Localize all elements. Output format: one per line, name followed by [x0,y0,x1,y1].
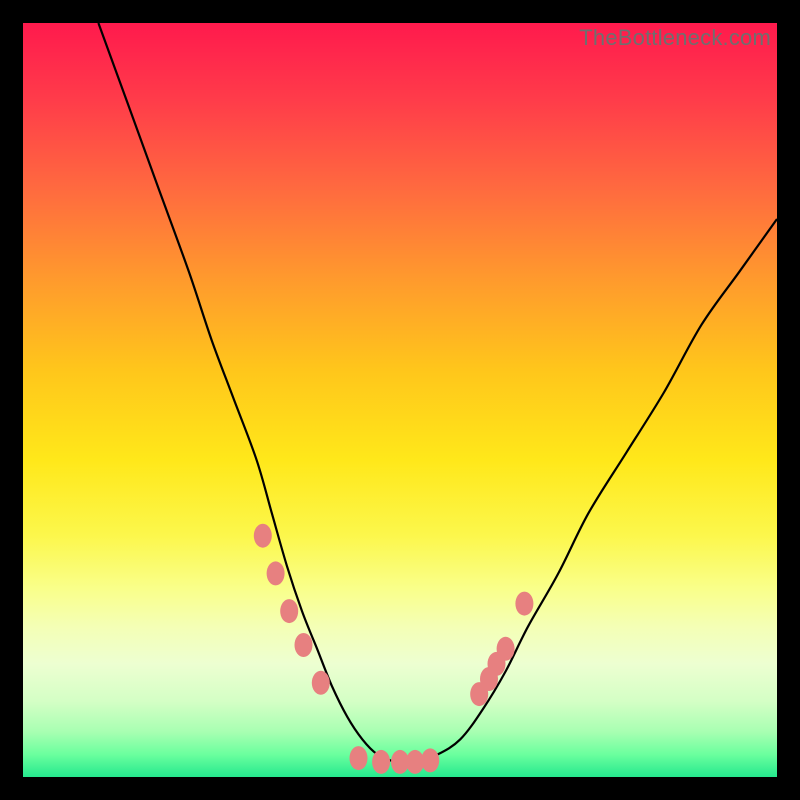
chart-frame: TheBottleneck.com [0,0,800,800]
bead-marker [421,748,439,772]
bead-marker [372,750,390,774]
curve-beads [254,524,534,774]
bead-marker [497,637,515,661]
bead-marker [312,671,330,695]
curve-svg [23,23,777,777]
bead-marker [267,561,285,585]
plot-area: TheBottleneck.com [23,23,777,777]
bead-marker [515,592,533,616]
bead-marker [350,746,368,770]
bead-marker [254,524,272,548]
bead-marker [295,633,313,657]
bead-marker [280,599,298,623]
bottleneck-curve [98,23,777,763]
